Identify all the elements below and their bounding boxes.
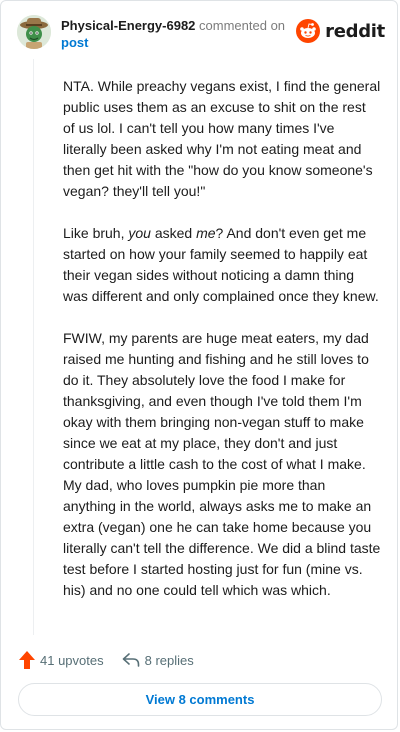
reddit-snoo-icon xyxy=(296,19,321,43)
view-comments-button[interactable]: View 8 comments xyxy=(18,683,382,716)
replies-button[interactable]: 8 replies xyxy=(122,652,194,668)
comment-actions: 41 upvotes 8 replies xyxy=(19,651,194,669)
comment-paragraph: NTA. While preachy vegans exist, I find … xyxy=(63,78,381,199)
comment-paragraph: Like bruh, you asked me? And don't even … xyxy=(63,225,379,304)
replies-count: 8 replies xyxy=(144,652,194,668)
reddit-logo[interactable]: reddit xyxy=(296,19,385,43)
reply-icon xyxy=(122,653,139,667)
comment-header: Physical-Energy-6982 commented on post r… xyxy=(17,15,385,55)
author-username[interactable]: Physical-Energy-6982 xyxy=(61,18,195,33)
comment-body: NTA. While preachy vegans exist, I find … xyxy=(63,76,381,622)
upvote-button[interactable]: 41 upvotes xyxy=(19,651,104,669)
post-link[interactable]: post xyxy=(61,35,88,50)
reddit-wordmark: reddit xyxy=(325,20,385,42)
author-line: Physical-Energy-6982 commented on xyxy=(61,18,285,34)
comment-card: Physical-Energy-6982 commented on post r… xyxy=(0,0,398,730)
upvote-count: 41 upvotes xyxy=(40,652,104,668)
comment-paragraph: FWIW, my parents are huge meat eaters, m… xyxy=(63,330,381,598)
commented-on-text: commented on xyxy=(199,18,286,33)
thread-line[interactable] xyxy=(33,59,34,635)
upvote-arrow-icon xyxy=(19,651,35,669)
avatar[interactable] xyxy=(17,15,51,49)
